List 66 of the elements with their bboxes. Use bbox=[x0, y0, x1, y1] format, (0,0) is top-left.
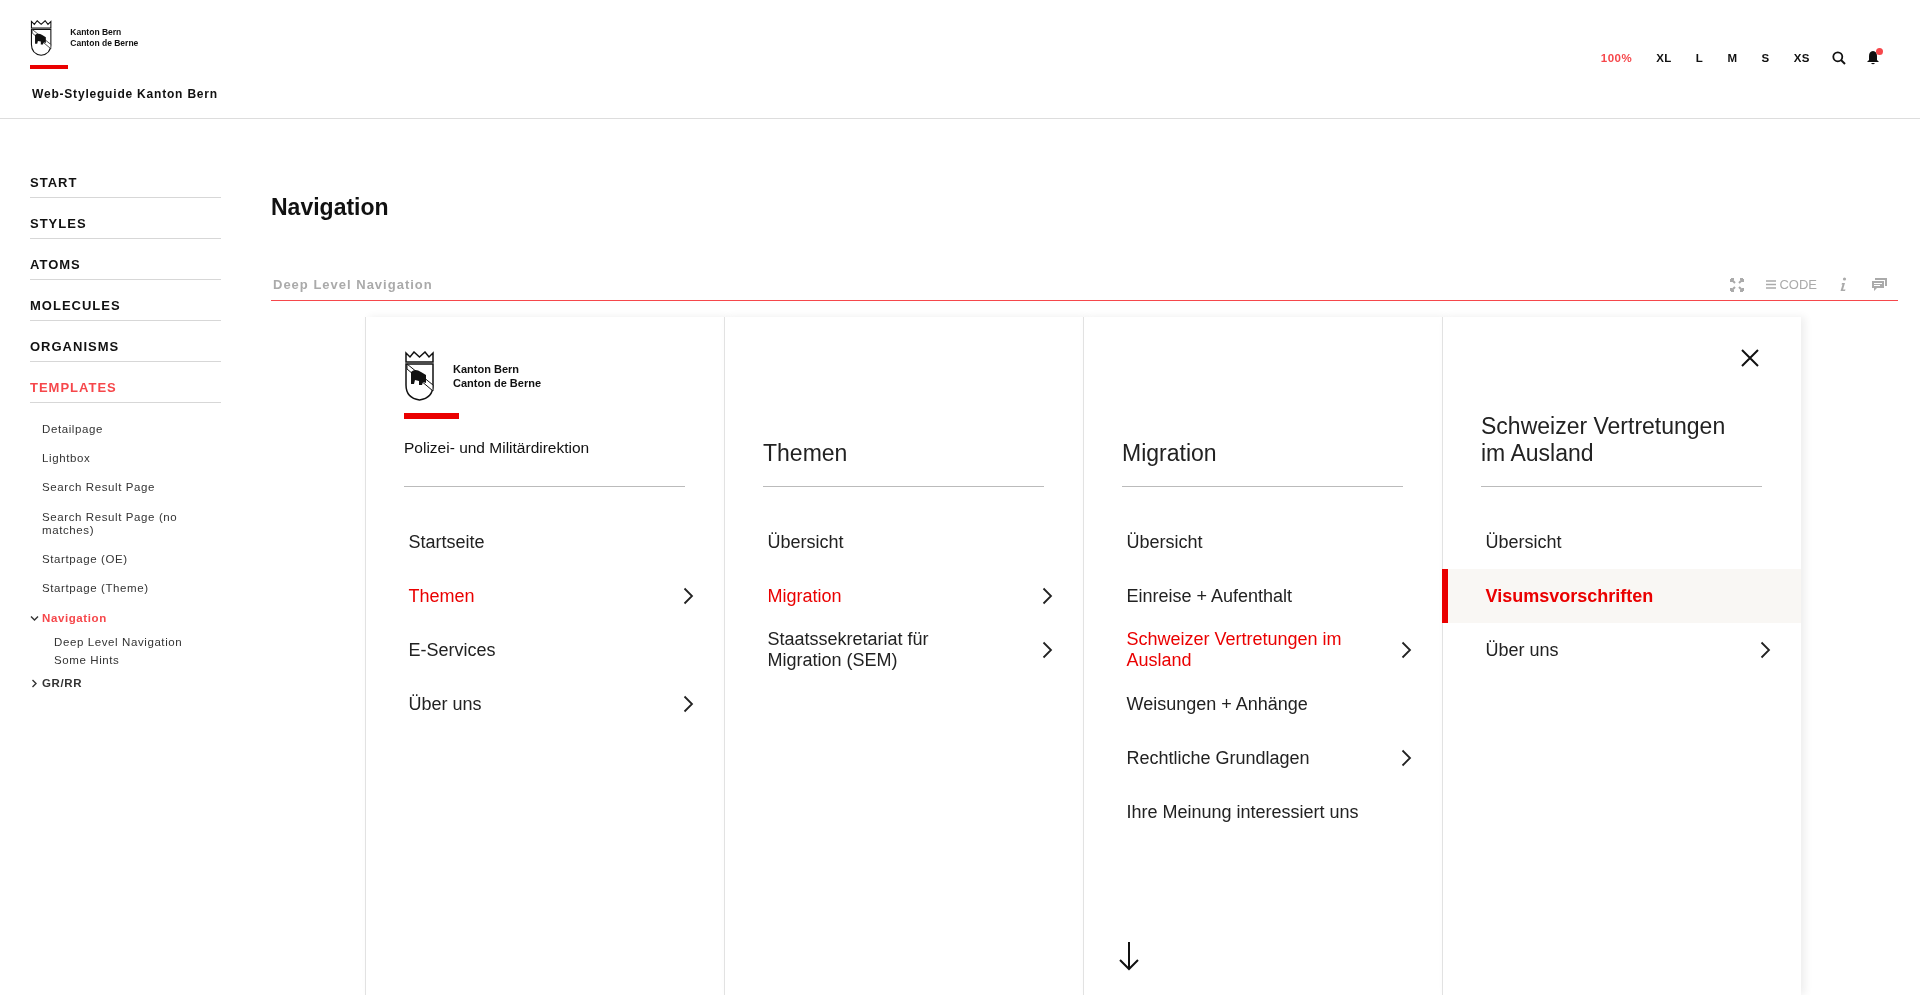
size-option[interactable]: M bbox=[1715, 47, 1750, 68]
sidebar-subitem[interactable]: Search Result Page bbox=[42, 473, 221, 503]
sidebar-subitem[interactable]: Search Result Page (no matches) bbox=[42, 502, 221, 546]
navigation-item[interactable]: Über uns bbox=[364, 677, 724, 731]
sidebar-subitem[interactable]: Startpage (OE) bbox=[42, 545, 221, 575]
sidebar-subitem[interactable]: Startpage (Theme) bbox=[42, 574, 221, 604]
size-option[interactable]: S bbox=[1749, 47, 1782, 68]
navigation-item[interactable]: Themen bbox=[364, 569, 724, 623]
navigation-item[interactable]: Übersicht bbox=[1441, 515, 1801, 569]
navigation-item[interactable]: Migration bbox=[723, 569, 1083, 623]
brand-bar bbox=[404, 413, 459, 419]
chevron-right-icon bbox=[1401, 749, 1412, 767]
sidebar-item[interactable]: ORGANISMS bbox=[30, 323, 221, 362]
size-option[interactable]: XL bbox=[1644, 47, 1684, 68]
navigation-item[interactable]: Einreise + Aufenthalt bbox=[1082, 569, 1442, 623]
chevron-right-icon bbox=[683, 587, 694, 605]
close-button[interactable] bbox=[1739, 347, 1761, 369]
navigation-item[interactable]: Weisungen + Anhänge bbox=[1082, 677, 1442, 731]
chevron-right-icon bbox=[1760, 641, 1771, 659]
panel-title: Schweizer Vertretungen im Ausland bbox=[1481, 412, 1727, 468]
sidebar-subitem[interactable]: Detailpage bbox=[42, 415, 221, 445]
navigation-item[interactable]: Startseite bbox=[364, 515, 724, 569]
logo-text: Kanton Bern Canton de Berne bbox=[70, 26, 139, 50]
chevron-right-icon bbox=[1042, 641, 1053, 659]
size-option[interactable]: XS bbox=[1781, 47, 1822, 68]
sidebar-item[interactable]: START bbox=[30, 159, 221, 198]
expand-icon bbox=[1730, 277, 1745, 292]
navigation-item[interactable]: Staatssekretariat für Migration (SEM) bbox=[723, 623, 1083, 677]
navigation-item[interactable]: Schweizer Vertretungen im Ausland bbox=[1082, 623, 1442, 677]
panel-title: Migration bbox=[1122, 440, 1218, 468]
panel-title: Polizei- und Militärdirektion bbox=[404, 439, 591, 457]
navigation-item[interactable]: Über uns bbox=[1441, 623, 1801, 677]
sidebar-item[interactable]: MOLECULES bbox=[30, 282, 221, 321]
navigation-item[interactable]: E-Services bbox=[364, 623, 724, 677]
sidebar-subitem[interactable]: Lightbox bbox=[42, 444, 221, 474]
page-title: Navigation bbox=[271, 194, 390, 221]
search-icon bbox=[1832, 50, 1846, 65]
close-icon bbox=[1741, 349, 1759, 367]
brand-bar bbox=[30, 65, 68, 69]
sidebar-item[interactable]: TEMPLATES bbox=[30, 364, 221, 403]
sidebar-subitem[interactable]: Some Hints bbox=[54, 650, 221, 669]
chevron-right-icon bbox=[1042, 587, 1053, 605]
sidebar-subitem[interactable]: Navigation bbox=[42, 603, 107, 633]
bell-icon bbox=[1866, 50, 1880, 65]
info-icon bbox=[1839, 277, 1847, 292]
navigation-item[interactable]: Übersicht bbox=[1082, 515, 1442, 569]
sidebar-item[interactable]: STYLES bbox=[30, 200, 221, 239]
site-title: Web-Styleguide Kanton Bern bbox=[32, 87, 218, 101]
menu-icon bbox=[1766, 280, 1777, 289]
sidebar-subitem[interactable]: GR/RR bbox=[42, 668, 83, 698]
navigation-item[interactable]: Übersicht bbox=[723, 515, 1083, 569]
navigation-item[interactable]: Ihre Meinung interessiert uns bbox=[1082, 785, 1442, 839]
sidebar-subitem[interactable]: Deep Level Navigation bbox=[54, 632, 221, 651]
chevron-right-icon bbox=[1401, 641, 1412, 659]
size-option[interactable]: L bbox=[1683, 47, 1716, 68]
size-option[interactable]: 100% bbox=[1588, 47, 1645, 68]
demo-title: Deep Level Navigation bbox=[273, 277, 433, 292]
comments-icon bbox=[1871, 277, 1888, 292]
sidebar-item[interactable]: ATOMS bbox=[30, 241, 221, 280]
coat-of-arms-icon bbox=[30, 20, 53, 56]
navigation-item[interactable]: Rechtliche Grundlagen bbox=[1082, 731, 1442, 785]
chevron-right-icon bbox=[683, 695, 694, 713]
navigation-item[interactable]: Visumsvorschriften bbox=[1441, 569, 1801, 623]
panel-title: Themen bbox=[763, 440, 849, 468]
logo-text: Kanton Bern Canton de Berne bbox=[453, 361, 541, 391]
coat-of-arms-icon bbox=[404, 351, 435, 401]
